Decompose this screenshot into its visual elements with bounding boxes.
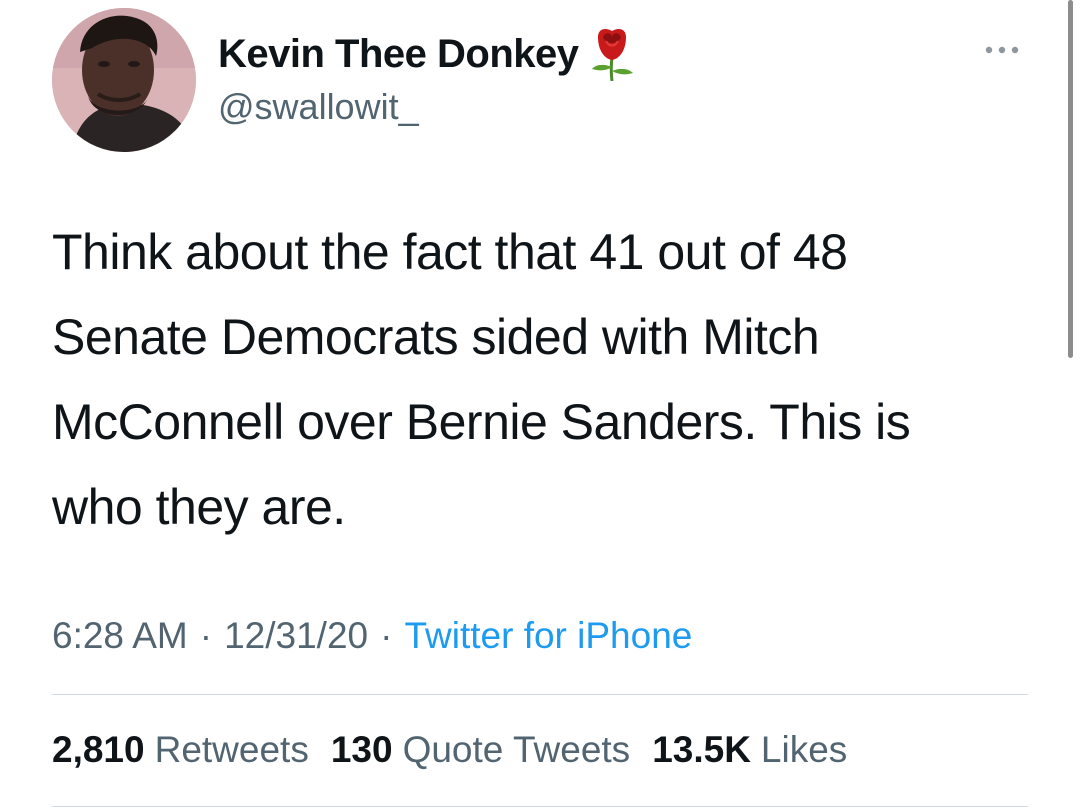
divider: [52, 806, 1028, 807]
avatar-photo: [52, 8, 196, 152]
retweets-count: 2,810: [52, 729, 145, 770]
tweet-source-link[interactable]: Twitter for iPhone: [404, 615, 692, 657]
tweet-date[interactable]: 12/31/20: [224, 615, 368, 657]
author-display-name: Kevin Thee Donkey: [218, 31, 579, 76]
likes-count: 13.5K: [652, 729, 751, 770]
tweet-meta: 6:28 AM · 12/31/20 · Twitter for iPhone: [52, 610, 692, 662]
more-horizontal-icon[interactable]: [978, 38, 1026, 62]
tweet-text: Think about the fact that 41 out of 48 S…: [52, 224, 911, 535]
tweet-stats: 2,810 Retweets 130 Quote Tweets 13.5K Likes: [52, 724, 869, 776]
quote-tweets-stat[interactable]: 130 Quote Tweets: [331, 729, 630, 771]
quote-tweets-label: Quote Tweets: [402, 729, 631, 770]
author-handle[interactable]: @swallowit_: [218, 86, 419, 128]
tweet-time[interactable]: 6:28 AM: [52, 615, 188, 657]
meta-separator: ·: [380, 615, 393, 656]
tweet-detail: Kevin Thee Donkey @swallowit_ Think abou…: [0, 0, 1080, 810]
quote-tweets-count: 130: [330, 729, 393, 770]
retweets-label: Retweets: [154, 729, 309, 770]
avatar[interactable]: [52, 8, 196, 152]
likes-label: Likes: [760, 729, 848, 770]
likes-stat[interactable]: 13.5K Likes: [652, 729, 847, 771]
scrollbar[interactable]: [1068, 0, 1073, 358]
rose-icon: [589, 27, 635, 82]
meta-separator: ·: [199, 615, 213, 656]
retweets-stat[interactable]: 2,810 Retweets: [52, 729, 309, 771]
divider: [52, 694, 1028, 695]
author-name-row[interactable]: Kevin Thee Donkey: [218, 26, 635, 82]
